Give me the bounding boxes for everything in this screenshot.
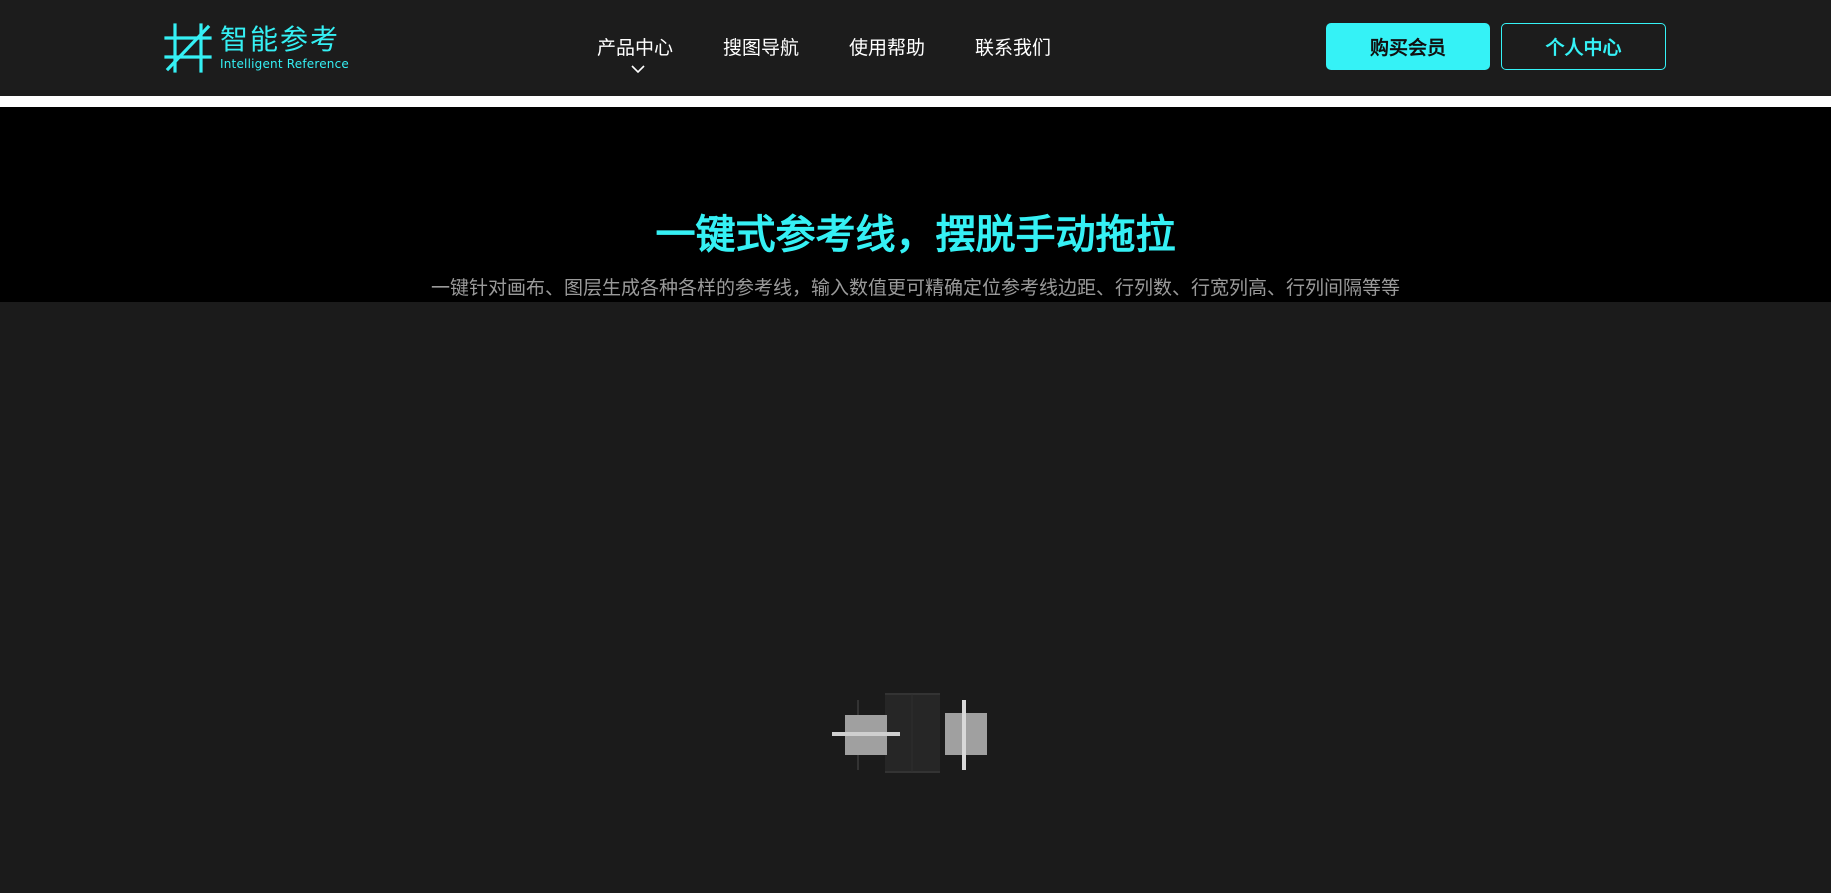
nav-item-label: 使用帮助 (849, 37, 926, 59)
nav-item-help[interactable]: 使用帮助 (849, 34, 925, 62)
nav-item-product-center[interactable]: 产品中心 (597, 34, 674, 74)
content-area (0, 302, 1831, 893)
hashtag-grid-logo-icon (164, 23, 212, 73)
logo-subtitle: Intelligent Reference (220, 57, 349, 71)
nav-item-label: 联系我们 (975, 37, 1052, 59)
site-logo[interactable]: 智能参考 Intelligent Reference (164, 22, 349, 74)
nav-item-label: 产品中心 (597, 37, 674, 59)
top-header: 智能参考 Intelligent Reference 产品中心 搜图导航 使用帮… (0, 0, 1831, 96)
hero-section: 一键式参考线，摆脱手动拖拉 一键针对画布、图层生成各种各样的参考线，输入数值更可… (0, 107, 1831, 302)
nav-item-image-search[interactable]: 搜图导航 (723, 34, 799, 62)
main-nav: 产品中心 搜图导航 使用帮助 联系我们 (597, 34, 1101, 74)
nav-item-contact[interactable]: 联系我们 (975, 34, 1051, 62)
header-divider (0, 96, 1831, 107)
personal-center-button[interactable]: 个人中心 (1501, 23, 1666, 70)
logo-text: 智能参考 Intelligent Reference (220, 23, 349, 72)
hero-subtitle: 一键针对画布、图层生成各种各样的参考线，输入数值更可精确定位参考线边距、行列数、… (430, 277, 1400, 299)
nav-item-label: 搜图导航 (723, 37, 800, 59)
logo-title: 智能参考 (220, 23, 341, 56)
guide-lines-illustration-icon (832, 693, 987, 773)
buy-membership-button[interactable]: 购买会员 (1326, 23, 1490, 70)
hero-title: 一键式参考线，摆脱手动拖拉 (655, 212, 1176, 258)
chevron-down-icon[interactable] (631, 64, 645, 74)
